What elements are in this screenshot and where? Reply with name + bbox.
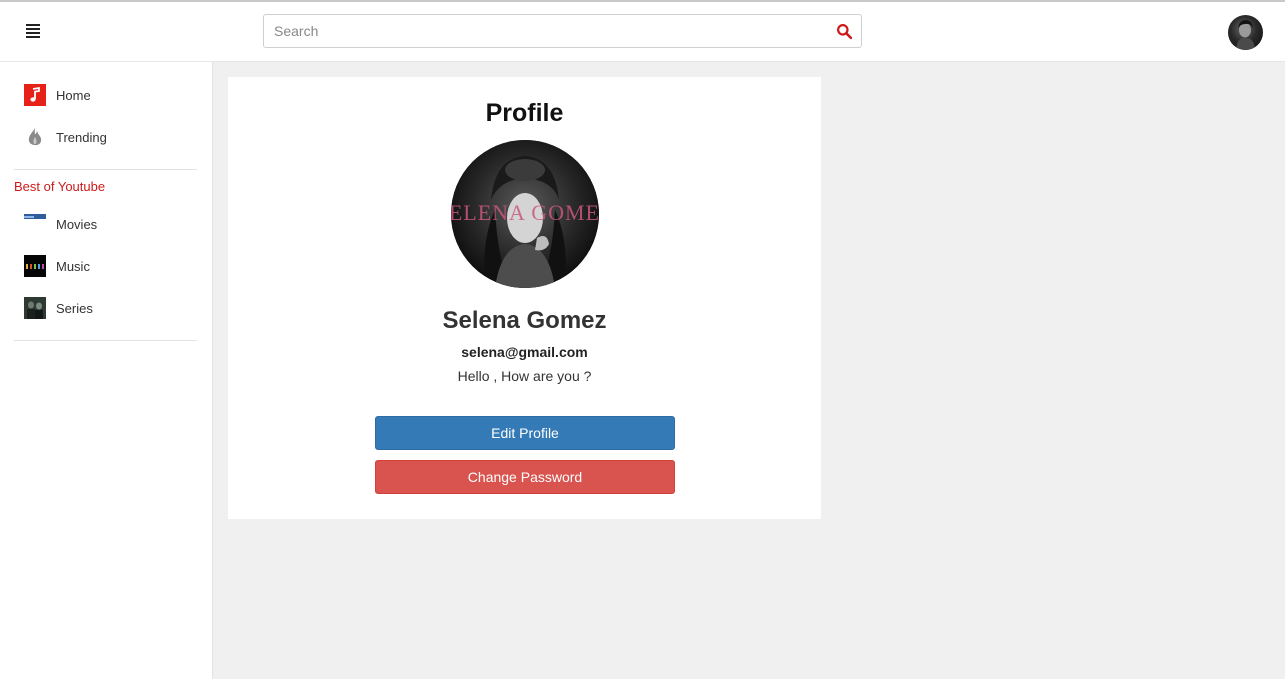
profile-status: Hello , How are you ? — [457, 368, 592, 384]
sidebar-item-label: Movies — [56, 216, 98, 232]
page-title: Profile — [485, 99, 564, 127]
sidebar-divider — [14, 340, 197, 341]
sidebar-divider — [14, 169, 197, 170]
profile-picture: SELENA GOMEZ — [451, 140, 599, 288]
sidebar: Home Trending Best of Youtube Movies Mus… — [0, 62, 213, 679]
sidebar-item-movies[interactable]: Movies — [24, 213, 97, 235]
series-thumbnail — [24, 297, 46, 319]
music-thumbnail — [24, 255, 46, 277]
search-icon[interactable] — [836, 23, 853, 40]
search-bar — [263, 14, 862, 48]
change-password-button[interactable]: Change Password — [375, 460, 675, 494]
sidebar-item-label: Music — [56, 258, 90, 274]
profile-picture-caption: SELENA GOMEZ — [451, 200, 599, 225]
search-input[interactable] — [264, 15, 824, 47]
sidebar-item-label: Trending — [56, 129, 107, 145]
sidebar-item-home[interactable]: Home — [24, 84, 91, 106]
profile-email: selena@gmail.com — [461, 344, 588, 360]
profile-card: Profile SELENA GOMEZ Selena Gomez selena… — [228, 77, 821, 519]
sidebar-item-series[interactable]: Series — [24, 297, 93, 319]
flame-icon — [28, 128, 42, 146]
movies-thumbnail — [24, 213, 46, 235]
sidebar-section-title: Best of Youtube — [14, 179, 106, 194]
music-note-icon — [24, 84, 46, 106]
profile-name: Selena Gomez — [442, 307, 607, 334]
top-bar — [0, 0, 1285, 62]
user-avatar[interactable] — [1228, 15, 1263, 50]
sidebar-item-label: Home — [56, 87, 91, 103]
sidebar-item-trending[interactable]: Trending — [24, 126, 107, 148]
sidebar-item-label: Series — [56, 300, 93, 316]
edit-profile-button[interactable]: Edit Profile — [375, 416, 675, 450]
sidebar-item-music[interactable]: Music — [24, 255, 90, 277]
hamburger-menu-icon[interactable] — [22, 20, 44, 42]
